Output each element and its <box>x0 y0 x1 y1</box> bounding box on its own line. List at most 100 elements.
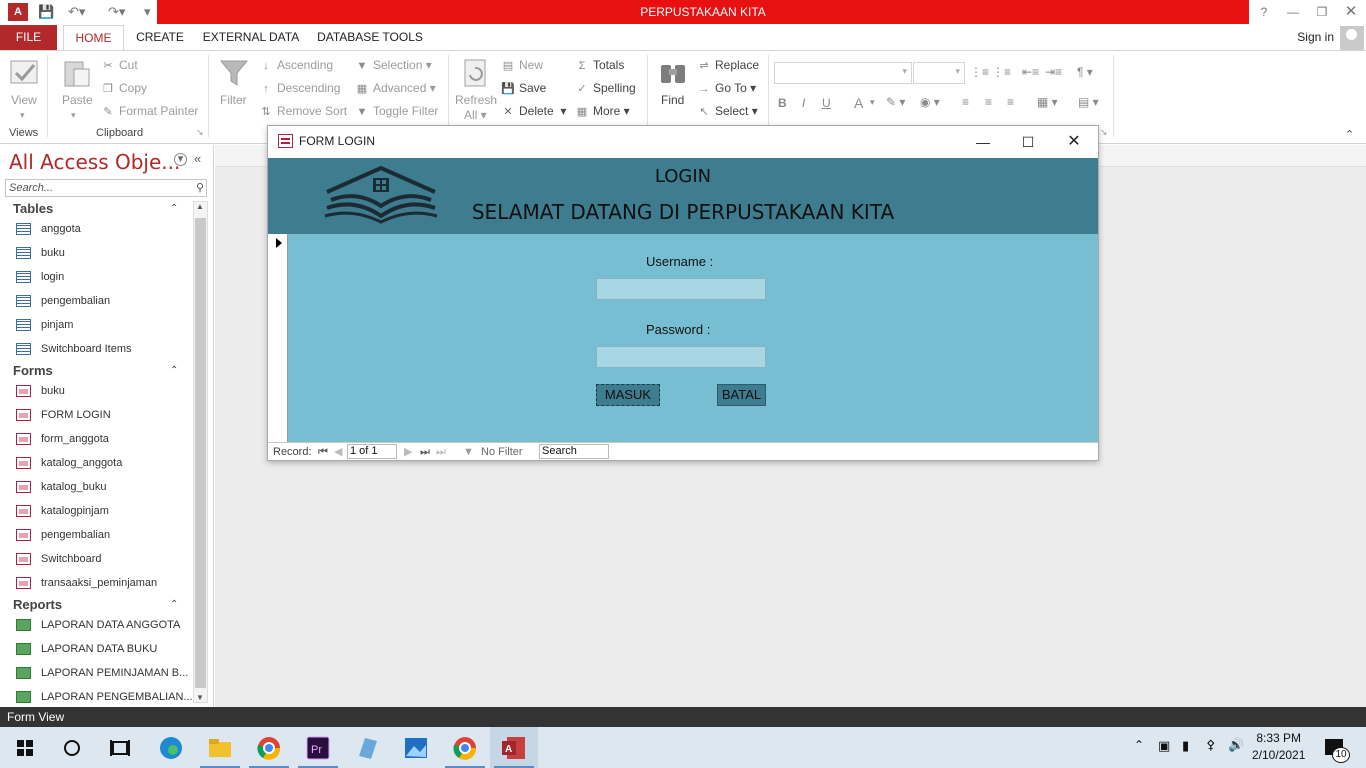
nav-pane-title[interactable]: All Access Obje... <box>9 150 180 174</box>
paste-dropdown-icon[interactable]: ▾ <box>71 107 76 123</box>
gridlines-icon[interactable]: ▦ ▾ <box>1037 95 1058 109</box>
username-field[interactable] <box>596 278 766 300</box>
highlight-icon[interactable]: ✎ ▾ <box>886 95 905 109</box>
windows-start-icon[interactable] <box>9 732 41 764</box>
premiere-pro-icon[interactable]: Pr <box>302 732 334 764</box>
password-field[interactable] <box>596 346 766 368</box>
chrome-icon[interactable] <box>253 732 285 764</box>
nav-item-report-pengembalian[interactable]: LAPORAN PENGEMBALIAN... <box>16 687 193 707</box>
forms-section-header[interactable]: Forms <box>13 363 53 378</box>
refresh-button[interactable]: Refresh <box>455 92 497 108</box>
form-window-titlebar[interactable]: FORM LOGIN — ☐ ✕ <box>268 126 1098 158</box>
edge-browser-icon[interactable] <box>155 732 187 764</box>
meet-now-icon[interactable]: ▣ <box>1158 738 1170 754</box>
more-button[interactable]: ▦ More ▾ <box>575 103 630 119</box>
search-circle-icon[interactable] <box>56 732 88 764</box>
nav-item-report-buku[interactable]: LAPORAN DATA BUKU <box>16 639 157 659</box>
advanced-button[interactable]: ▦ Advanced ▾ <box>355 80 436 96</box>
delete-button[interactable]: ✕ Delete ▾ <box>501 103 566 119</box>
selection-button[interactable]: ▼ Selection ▾ <box>355 57 432 73</box>
previous-record-icon[interactable]: ◀ <box>334 445 342 459</box>
align-left-icon[interactable]: ≡ <box>962 95 969 109</box>
nav-search-input[interactable]: Search... ⚲ <box>5 179 207 197</box>
restore-icon[interactable]: ❐ <box>1308 2 1336 22</box>
customize-qat-icon[interactable]: ▾ <box>144 3 151 21</box>
descending-button[interactable]: ↑ Descending <box>259 80 340 96</box>
decrease-indent-icon[interactable]: ⇤≡ <box>1022 65 1039 79</box>
search-icon[interactable]: ⚲ <box>196 180 204 196</box>
tab-external-data[interactable]: EXTERNAL DATA <box>200 25 302 50</box>
volume-icon[interactable]: 🔊 <box>1228 737 1244 753</box>
nav-item-form-switchboard[interactable]: Switchboard <box>16 549 102 569</box>
font-size-combobox[interactable]: ▾ <box>913 62 965 84</box>
chrome-2-icon[interactable] <box>449 732 481 764</box>
nav-item-form-anggota[interactable]: form_anggota <box>16 429 109 449</box>
format-painter-button[interactable]: ✎ Format Painter <box>101 103 198 119</box>
remove-sort-button[interactable]: ⇅ Remove Sort <box>259 103 347 119</box>
font-color-button[interactable]: A <box>854 95 863 111</box>
align-center-icon[interactable]: ≡ <box>985 95 992 109</box>
spelling-button[interactable]: ✓ Spelling <box>575 80 635 96</box>
last-record-icon[interactable]: ⏭ <box>420 445 430 459</box>
scroll-up-icon[interactable]: ▲ <box>196 202 204 211</box>
current-record-input[interactable]: 1 of 1 <box>347 444 397 459</box>
collapse-ribbon-icon[interactable]: ⌃ <box>1345 127 1354 143</box>
nav-scrollbar[interactable]: ▲ ▼ <box>193 201 208 703</box>
next-record-icon[interactable]: ▶ <box>404 445 412 459</box>
align-right-icon[interactable]: ≡ <box>1007 95 1014 109</box>
tab-database-tools[interactable]: DATABASE TOOLS <box>314 25 426 50</box>
paragraph-icon[interactable]: ¶ ▾ <box>1077 65 1093 79</box>
italic-button[interactable]: I <box>802 96 805 110</box>
record-selector[interactable] <box>268 234 288 442</box>
batal-button[interactable]: BATAL <box>717 384 766 406</box>
toggle-filter-button[interactable]: ▼ Toggle Filter <box>355 103 439 119</box>
alternate-row-color-icon[interactable]: ▤ ▾ <box>1078 95 1099 109</box>
ascending-button[interactable]: ↓ Ascending <box>259 57 333 73</box>
new-record-button[interactable]: ▤ New <box>501 57 543 73</box>
fill-color-icon[interactable]: ◉ ▾ <box>920 95 940 109</box>
minimize-icon[interactable]: — <box>1279 2 1307 22</box>
close-icon[interactable]: ✕ <box>1337 2 1365 22</box>
nav-item-report-anggota[interactable]: LAPORAN DATA ANGGOTA <box>16 615 180 635</box>
tables-section-header[interactable]: Tables <box>13 201 53 216</box>
nav-item-form-buku[interactable]: buku <box>16 381 65 401</box>
first-record-icon[interactable]: ⏮ <box>318 445 328 459</box>
select-button[interactable]: ↖ Select ▾ <box>697 103 757 119</box>
form-close-icon[interactable]: ✕ <box>1059 131 1089 153</box>
save-icon[interactable]: 💾 <box>38 3 54 21</box>
tab-file[interactable]: FILE <box>0 25 57 50</box>
scrollbar-thumb[interactable] <box>195 218 206 688</box>
tab-home[interactable]: HOME <box>63 25 124 51</box>
nav-item-table-login[interactable]: login <box>16 267 64 287</box>
reports-collapse-icon[interactable]: ⌃ <box>170 599 178 610</box>
nav-item-form-katalog-buku[interactable]: katalog_buku <box>16 477 106 497</box>
shutter-bar-close-icon[interactable]: « <box>194 151 201 166</box>
file-explorer-icon[interactable] <box>204 732 236 764</box>
nav-item-form-katalog-anggota[interactable]: katalog_anggota <box>16 453 122 473</box>
bold-button[interactable]: B <box>778 96 787 110</box>
undo-icon[interactable]: ↶▾ <box>68 3 85 21</box>
nav-item-form-pengembalian[interactable]: pengembalian <box>16 525 110 545</box>
access-taskbar-icon[interactable]: A <box>498 732 530 764</box>
form-maximize-icon[interactable]: ☐ <box>1013 131 1043 153</box>
tab-create[interactable]: CREATE <box>133 25 187 50</box>
scroll-down-icon[interactable]: ▼ <box>196 693 204 702</box>
nav-item-form-katalogpinjam[interactable]: katalogpinjam <box>16 501 109 521</box>
new-blank-record-icon[interactable]: ⏭ <box>436 445 446 459</box>
find-button[interactable]: Find <box>661 92 684 108</box>
help-icon[interactable]: ? <box>1250 2 1278 22</box>
save-record-button[interactable]: 💾 Save <box>501 80 546 96</box>
show-hidden-icons-icon[interactable]: ⌃ <box>1134 738 1144 752</box>
avatar[interactable] <box>1340 26 1364 50</box>
filter-status[interactable]: No Filter <box>481 445 523 459</box>
view-dropdown-icon[interactable]: ▾ <box>20 107 25 123</box>
view-button[interactable]: View <box>11 92 37 108</box>
nav-menu-chevron-icon[interactable]: ▾ <box>174 153 187 166</box>
copy-button[interactable]: ❐ Copy <box>101 80 147 96</box>
bullets-icon[interactable]: ⋮≡ <box>970 65 989 79</box>
goto-button[interactable]: → Go To ▾ <box>697 80 757 96</box>
form-minimize-icon[interactable]: — <box>968 131 998 153</box>
clipboard-launcher-icon[interactable]: ↘ <box>196 127 204 138</box>
clock[interactable]: 8:33 PM 2/10/2021 <box>1252 730 1305 764</box>
refresh-all-button[interactable]: All ▾ <box>464 107 487 123</box>
